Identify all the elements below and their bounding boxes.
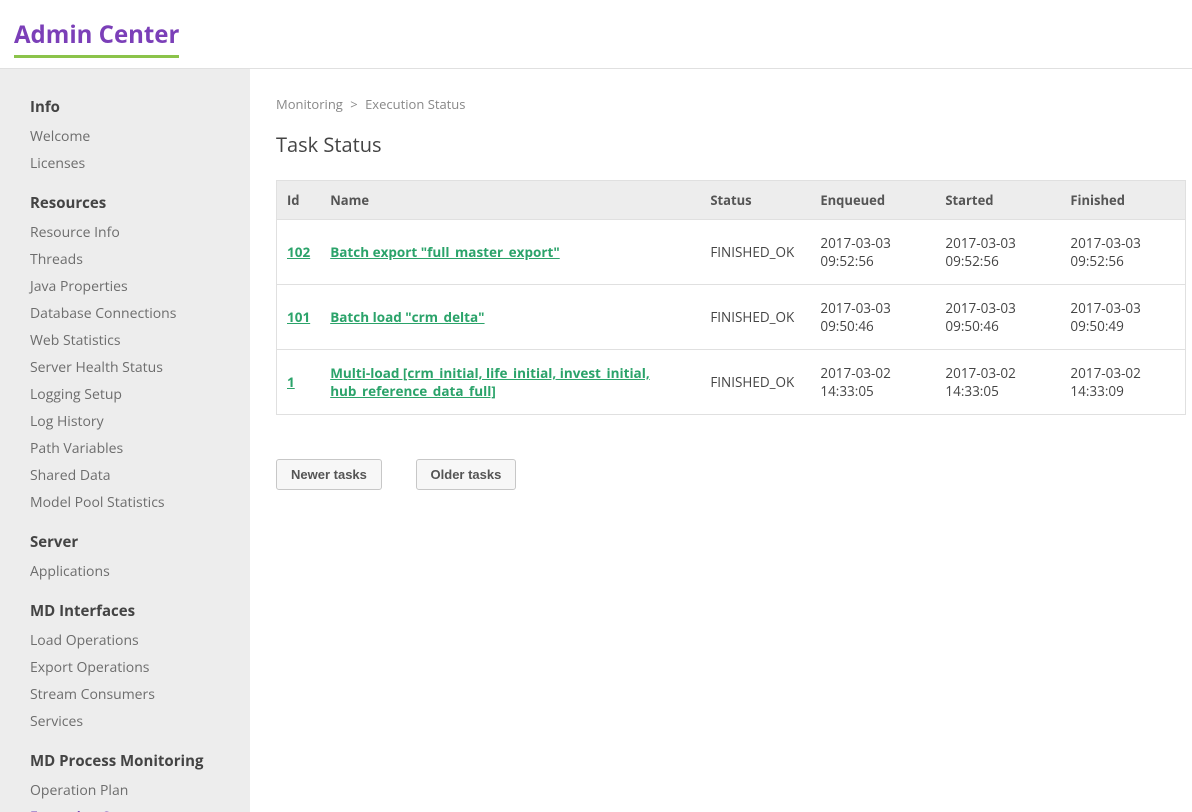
breadcrumb: Monitoring > Execution Status xyxy=(276,95,1192,113)
col-header-status: Status xyxy=(700,181,810,220)
older-tasks-button[interactable]: Older tasks xyxy=(416,459,517,490)
nav-group-title: Info xyxy=(0,91,250,123)
newer-tasks-button[interactable]: Newer tasks xyxy=(276,459,382,490)
sidebar: InfoWelcomeLicenses ResourcesResource Inf… xyxy=(0,69,250,812)
nav-item[interactable]: Export Operations xyxy=(0,654,250,681)
cell-started: 2017-03-03 09:52:56 xyxy=(935,220,1060,285)
cell-status: FINISHED_OK xyxy=(700,220,810,285)
col-header-id: Id xyxy=(277,181,321,220)
nav-item[interactable]: Resource Info xyxy=(0,219,250,246)
table-row: 101Batch load "crm_delta"FINISHED_OK2017… xyxy=(277,285,1186,350)
cell-status: FINISHED_OK xyxy=(700,350,810,415)
task-id-link[interactable]: 102 xyxy=(287,243,310,261)
nav-item[interactable]: Applications xyxy=(0,558,250,585)
breadcrumb-part-1: Monitoring xyxy=(276,95,343,113)
breadcrumb-separator: > xyxy=(350,95,357,113)
app-title: Admin Center xyxy=(14,18,179,58)
nav-item[interactable]: Operation Plan xyxy=(0,777,250,804)
cell-enqueued: 2017-03-02 14:33:05 xyxy=(810,350,935,415)
nav-item[interactable]: Web Statistics xyxy=(0,327,250,354)
nav-item[interactable]: Services xyxy=(0,708,250,735)
nav-item[interactable]: Model Pool Statistics xyxy=(0,489,250,516)
cell-started: 2017-03-02 14:33:05 xyxy=(935,350,1060,415)
task-id-link[interactable]: 1 xyxy=(287,373,295,391)
nav-group-title: MD Process Monitoring xyxy=(0,745,250,777)
cell-enqueued: 2017-03-03 09:52:56 xyxy=(810,220,935,285)
task-name-link[interactable]: Batch load "crm_delta" xyxy=(330,308,484,326)
col-header-enqueued: Enqueued xyxy=(810,181,935,220)
cell-enqueued: 2017-03-03 09:50:46 xyxy=(810,285,935,350)
nav-item[interactable]: Path Variables xyxy=(0,435,250,462)
nav-group-title: Resources xyxy=(0,187,250,219)
nav-item[interactable]: Stream Consumers xyxy=(0,681,250,708)
nav-item[interactable]: Execution Status xyxy=(0,804,250,812)
nav-item[interactable]: Load Operations xyxy=(0,627,250,654)
pager: Newer tasks Older tasks xyxy=(276,459,1192,490)
task-name-link[interactable]: Multi-load [crm_initial, life_initial, i… xyxy=(330,364,650,400)
table-header-row: Id Name Status Enqueued Started Finished xyxy=(277,181,1186,220)
task-name-link[interactable]: Batch export "full_master_export" xyxy=(330,243,560,261)
breadcrumb-part-2: Execution Status xyxy=(365,95,465,113)
nav-item[interactable]: Server Health Status xyxy=(0,354,250,381)
task-status-table: Id Name Status Enqueued Started Finished… xyxy=(276,180,1186,415)
table-row: 102 Batch export "full_master_export" FINI… xyxy=(277,220,1186,285)
cell-started: 2017-03-03 09:50:46 xyxy=(935,285,1060,350)
layout: InfoWelcomeLicenses ResourcesResource Inf… xyxy=(0,69,1192,812)
col-header-name: Name xyxy=(320,181,700,220)
col-header-started: Started xyxy=(935,181,1060,220)
page-title: Task Status xyxy=(276,131,1192,158)
nav-item[interactable]: Java Properties xyxy=(0,273,250,300)
cell-finished: 2017-03-03 09:50:49 xyxy=(1060,285,1185,350)
nav-group-title: MD Interfaces xyxy=(0,595,250,627)
cell-finished: 2017-03-03 09:52:56 xyxy=(1060,220,1185,285)
task-id-link[interactable]: 101 xyxy=(287,308,310,326)
nav-item[interactable]: Threads xyxy=(0,246,250,273)
nav-item[interactable]: Licenses xyxy=(0,150,250,177)
main-content: Monitoring > Execution Status Task Statu… xyxy=(250,69,1192,812)
nav-group-title: Server xyxy=(0,526,250,558)
col-header-finished: Finished xyxy=(1060,181,1185,220)
table-row: 1 Multi-load [crm_initial, life_initial, … xyxy=(277,350,1186,415)
nav-item[interactable]: Log History xyxy=(0,408,250,435)
nav-item[interactable]: Database Connections xyxy=(0,300,250,327)
nav-item[interactable]: Welcome xyxy=(0,123,250,150)
nav-item[interactable]: Logging Setup xyxy=(0,381,250,408)
app-header: Admin Center xyxy=(0,0,1192,69)
cell-status: FINISHED_OK xyxy=(700,285,810,350)
nav-item[interactable]: Shared Data xyxy=(0,462,250,489)
cell-finished: 2017-03-02 14:33:09 xyxy=(1060,350,1185,415)
